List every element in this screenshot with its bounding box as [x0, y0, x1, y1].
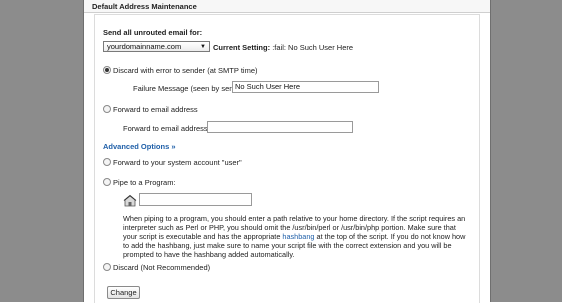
main-panel: Default Address Maintenance Send all unr… [83, 0, 491, 303]
radio-forward-system[interactable] [103, 158, 111, 166]
radio-discard[interactable] [103, 263, 111, 271]
current-setting: Current Setting: :fail: No Such User Her… [213, 43, 354, 52]
advanced-options-link[interactable]: Advanced Options » [103, 142, 176, 151]
forward-address-input[interactable] [207, 121, 353, 133]
radio-forward-email-label: Forward to email address [113, 105, 198, 114]
radio-pipe[interactable] [103, 178, 111, 186]
radio-pipe-label: Pipe to a Program: [113, 178, 176, 187]
radio-forward-email[interactable] [103, 105, 111, 113]
forward-address-label: Forward to email address: [123, 124, 210, 133]
page-title: Default Address Maintenance [92, 2, 197, 11]
home-folder-icon [123, 194, 137, 207]
form-container: Send all unrouted email for: yourdomainn… [94, 14, 480, 303]
send-all-label: Send all unrouted email for: [103, 28, 203, 37]
radio-discard-error[interactable] [103, 66, 111, 74]
current-setting-label: Current Setting [213, 43, 268, 52]
hashbang-link[interactable]: hashbang [282, 232, 314, 241]
panel-header: Default Address Maintenance [84, 0, 490, 13]
chevron-down-icon: ▼ [200, 44, 206, 50]
domain-select[interactable]: yourdomainname.com ▼ [103, 41, 210, 52]
failure-message-input[interactable]: No Such User Here [232, 81, 379, 93]
pipe-path-input[interactable] [139, 193, 252, 206]
domain-select-value: yourdomainname.com [107, 42, 182, 51]
pipe-help-text: When piping to a program, you should ent… [123, 214, 471, 259]
radio-discard-error-label: Discard with error to sender (at SMTP ti… [113, 66, 258, 75]
radio-discard-label: Discard (Not Recommended) [113, 263, 211, 272]
radio-forward-system-label: Forward to your system account "user" [113, 158, 242, 167]
change-button[interactable]: Change [107, 286, 140, 299]
current-setting-value: :fail: No Such User Here [272, 43, 354, 52]
